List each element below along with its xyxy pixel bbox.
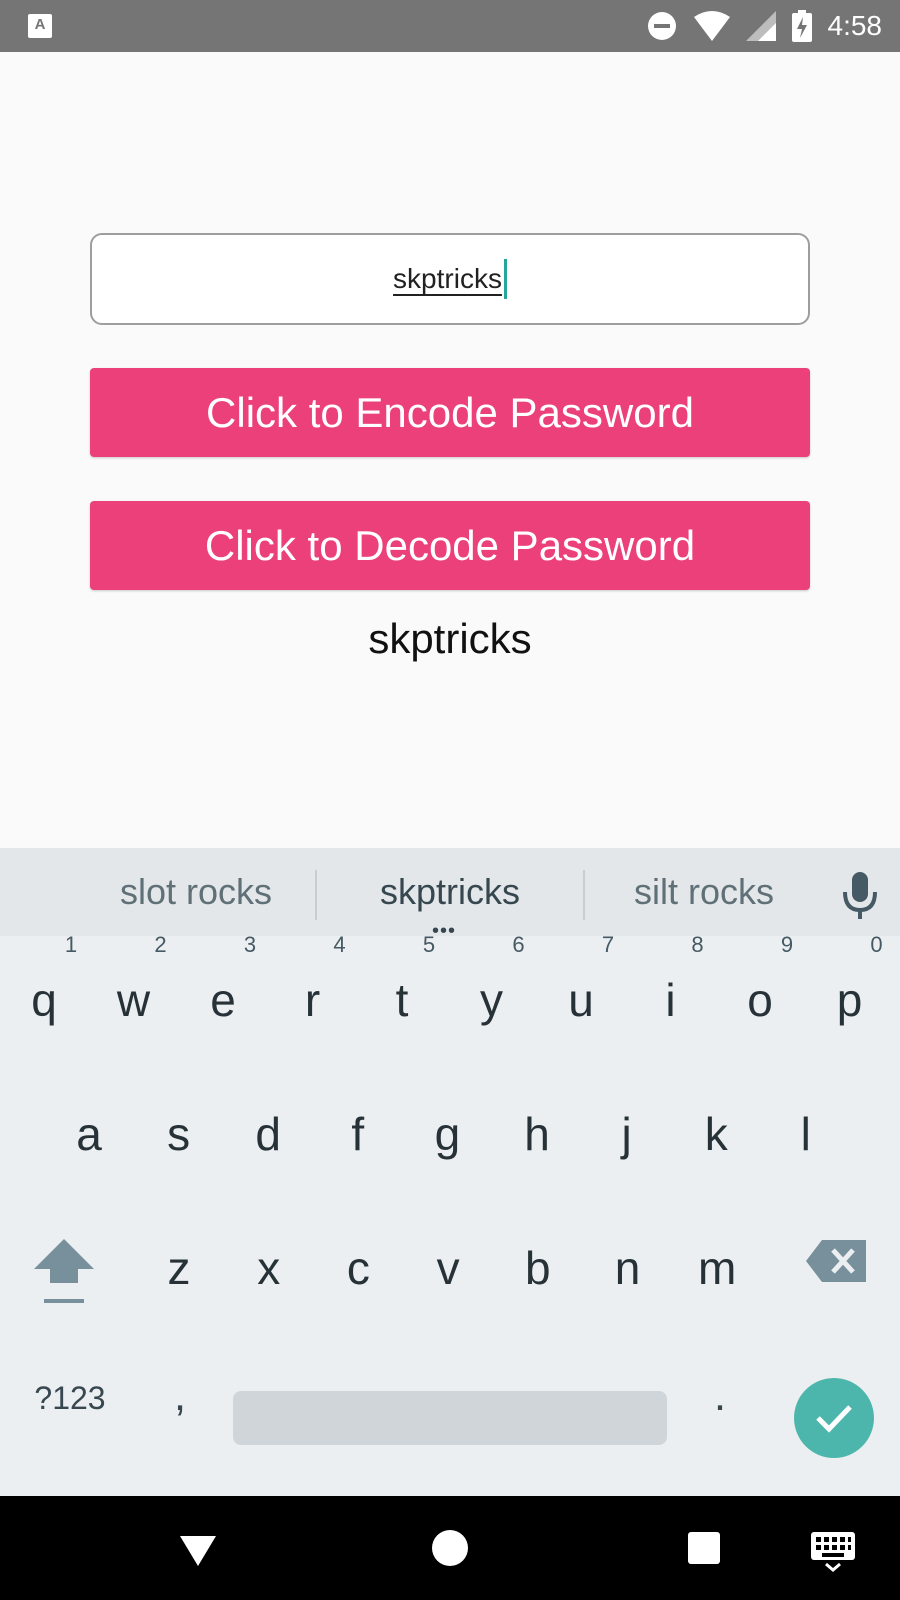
space-key[interactable] bbox=[233, 1391, 667, 1445]
key-c[interactable]: c bbox=[313, 1218, 403, 1318]
key-hint-6: 6 bbox=[512, 932, 525, 957]
decode-password-button[interactable]: Click to Decode Password bbox=[90, 501, 810, 590]
key-j[interactable]: j bbox=[582, 1084, 672, 1184]
key-t[interactable]: t bbox=[357, 950, 447, 1050]
key-hint-7: 7 bbox=[601, 932, 615, 957]
key-hint-2: 2 bbox=[154, 932, 167, 957]
result-text: skptricks bbox=[368, 615, 532, 662]
key-o[interactable]: o bbox=[715, 950, 805, 1050]
key-hint-9: 9 bbox=[780, 932, 794, 957]
key-v[interactable]: v bbox=[403, 1218, 493, 1318]
key-g[interactable]: g bbox=[402, 1084, 492, 1184]
backspace-icon[interactable] bbox=[806, 1238, 868, 1284]
key-e[interactable]: e bbox=[178, 950, 268, 1050]
key-a[interactable]: a bbox=[44, 1084, 134, 1184]
key-d[interactable]: d bbox=[223, 1084, 313, 1184]
text-caret bbox=[503, 259, 507, 299]
keyboard-switch-icon[interactable] bbox=[810, 1524, 856, 1572]
suggestion-right[interactable]: silt rocks bbox=[584, 848, 824, 936]
key-hint-4: 4 bbox=[333, 932, 346, 957]
back-icon[interactable] bbox=[174, 1524, 222, 1572]
key-hint-8: 8 bbox=[691, 932, 704, 957]
key-k[interactable]: k bbox=[671, 1084, 761, 1184]
key-hint-3: 3 bbox=[243, 932, 257, 957]
symbols-key[interactable]: ?123 bbox=[20, 1368, 120, 1428]
key-x[interactable]: x bbox=[224, 1218, 314, 1318]
app-notification-icon: A bbox=[28, 14, 52, 38]
check-icon bbox=[816, 1405, 852, 1433]
navigation-bar bbox=[0, 1496, 900, 1600]
password-input[interactable]: skptricks bbox=[90, 233, 810, 325]
cell-signal-icon bbox=[745, 11, 776, 41]
key-hint-0: 0 bbox=[870, 932, 883, 957]
wifi-icon bbox=[693, 11, 730, 41]
key-b[interactable]: b bbox=[493, 1218, 583, 1318]
shift-icon[interactable] bbox=[28, 1233, 100, 1311]
recents-icon[interactable] bbox=[680, 1524, 728, 1572]
key-i[interactable]: i bbox=[626, 950, 716, 1050]
microphone-icon[interactable] bbox=[840, 870, 880, 920]
key-f[interactable]: f bbox=[313, 1084, 403, 1184]
key-hint-1: 1 bbox=[64, 932, 78, 957]
suggestion-left[interactable]: slot rocks bbox=[60, 848, 332, 936]
period-key[interactable]: . bbox=[690, 1356, 750, 1436]
status-bar: A 4:58 bbox=[0, 0, 900, 52]
key-q[interactable]: q bbox=[0, 950, 89, 1050]
key-m[interactable]: m bbox=[672, 1218, 762, 1318]
soft-keyboard: slot rocks skptricks silt rocks ••• q1w2… bbox=[0, 848, 900, 1496]
key-w[interactable]: w bbox=[89, 950, 179, 1050]
key-r[interactable]: r bbox=[268, 950, 358, 1050]
key-y[interactable]: y bbox=[447, 950, 537, 1050]
battery-charging-icon bbox=[791, 10, 812, 42]
key-p[interactable]: p bbox=[805, 950, 895, 1050]
key-l[interactable]: l bbox=[761, 1084, 851, 1184]
done-key[interactable] bbox=[794, 1378, 874, 1458]
comma-key[interactable]: , bbox=[150, 1356, 210, 1436]
status-icons: 4:58 bbox=[646, 0, 883, 52]
key-s[interactable]: s bbox=[134, 1084, 224, 1184]
key-z[interactable]: z bbox=[134, 1218, 224, 1318]
key-hint-5: 5 bbox=[422, 932, 436, 957]
suggestion-bar: slot rocks skptricks silt rocks ••• bbox=[0, 848, 900, 941]
input-value: skptricks bbox=[393, 263, 502, 294]
key-h[interactable]: h bbox=[492, 1084, 582, 1184]
encode-password-button[interactable]: Click to Encode Password bbox=[90, 368, 810, 457]
key-u[interactable]: u bbox=[536, 950, 626, 1050]
key-n[interactable]: n bbox=[583, 1218, 673, 1318]
clock: 4:58 bbox=[827, 10, 883, 41]
home-icon[interactable] bbox=[426, 1524, 474, 1572]
do-not-disturb-icon bbox=[647, 12, 676, 40]
suggestion-divider bbox=[315, 870, 317, 920]
